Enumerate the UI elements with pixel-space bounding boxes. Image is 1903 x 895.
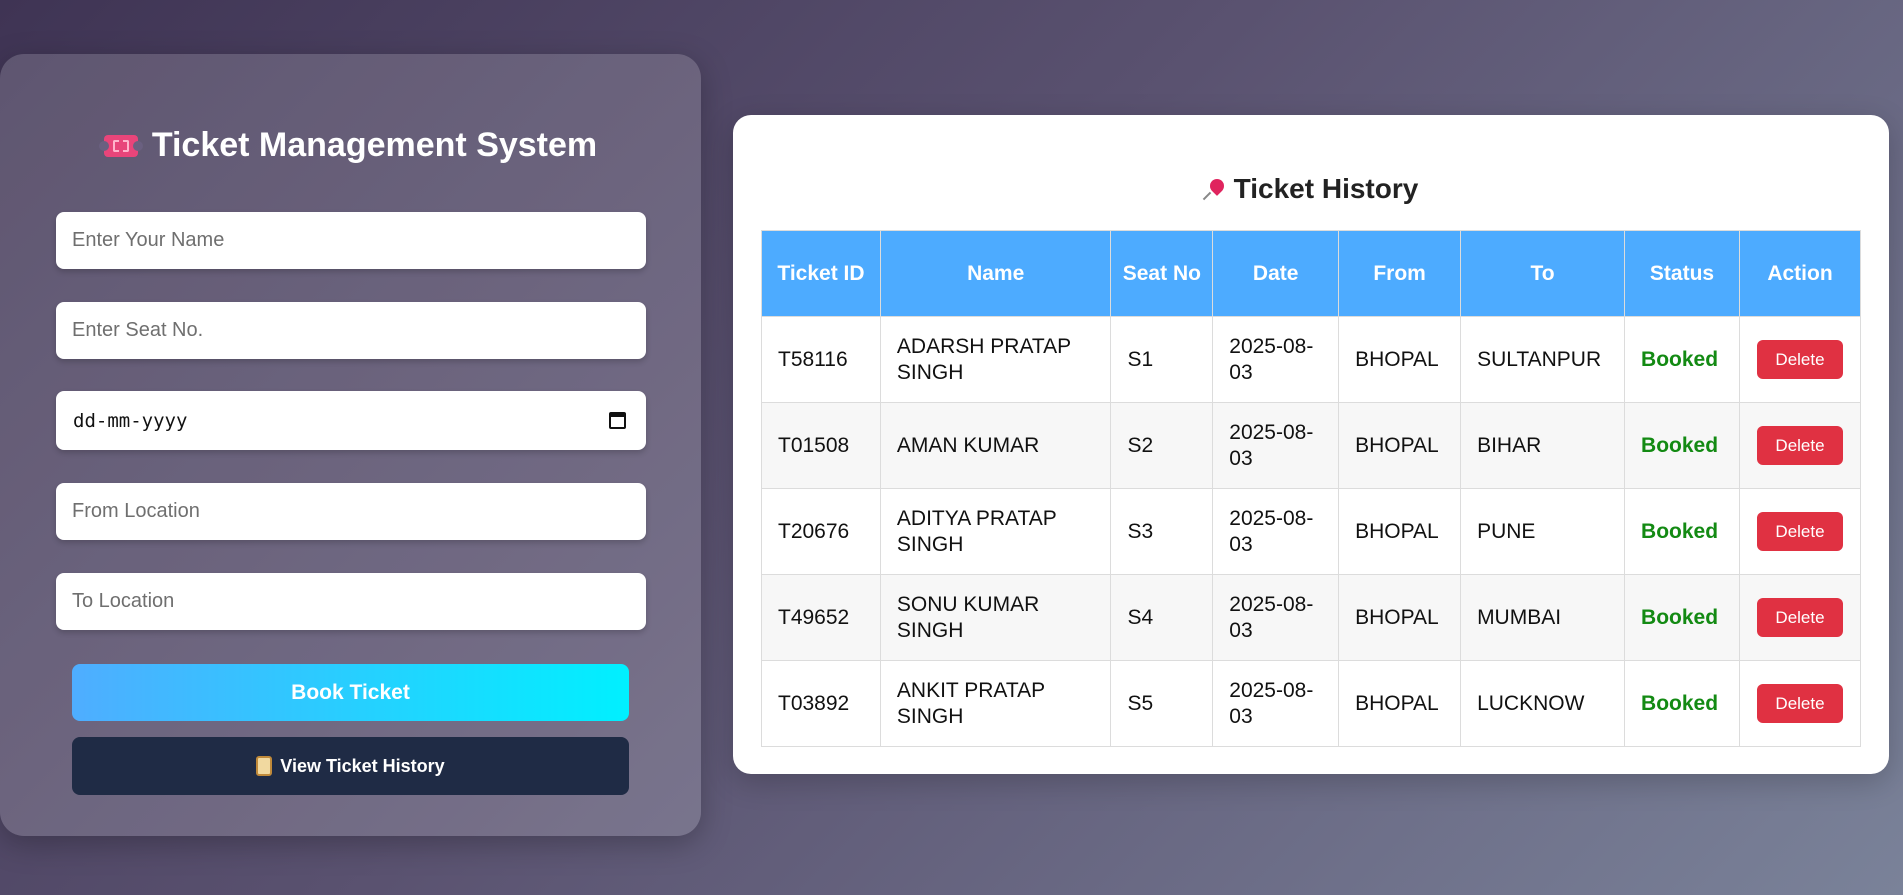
table-row: T58116 ADARSH PRATAP SINGH S1 2025-08-03… xyxy=(761,316,1861,403)
to-location-input[interactable] xyxy=(56,573,646,630)
seat-cell: S4 xyxy=(1110,574,1214,661)
table-header-row: Ticket ID Name Seat No Date From To Stat… xyxy=(761,230,1861,317)
ticket-id-cell: T20676 xyxy=(761,488,881,575)
to-cell: SULTANPUR xyxy=(1460,316,1626,403)
from-cell: BHOPAL xyxy=(1338,488,1462,575)
name-cell: ANKIT PRATAP SINGH xyxy=(879,660,1112,747)
from-cell: BHOPAL xyxy=(1338,660,1462,747)
action-cell: Delete xyxy=(1739,660,1861,747)
seat-input[interactable] xyxy=(56,302,646,359)
delete-button[interactable]: Delete xyxy=(1757,598,1843,637)
from-cell: BHOPAL xyxy=(1338,316,1462,403)
ticket-history-table: Ticket ID Name Seat No Date From To Stat… xyxy=(761,230,1861,747)
date-placeholder: dd-mm-yyyy xyxy=(73,409,188,432)
table-row: T20676 ADITYA PRATAP SINGH S3 2025-08-03… xyxy=(761,488,1861,575)
seat-cell: S1 xyxy=(1110,316,1214,403)
to-cell: PUNE xyxy=(1460,488,1626,575)
col-header: Name xyxy=(879,230,1112,317)
status-cell: Booked xyxy=(1624,660,1740,747)
col-header: Date xyxy=(1212,230,1340,317)
ticket-id-cell: T49652 xyxy=(761,574,881,661)
action-cell: Delete xyxy=(1739,316,1861,403)
seat-cell: S3 xyxy=(1110,488,1214,575)
col-header: To xyxy=(1460,230,1626,317)
book-ticket-label: Book Ticket xyxy=(291,680,410,704)
col-header: Seat No xyxy=(1110,230,1214,317)
delete-button[interactable]: Delete xyxy=(1757,426,1843,465)
view-history-label: View Ticket History xyxy=(280,755,445,776)
book-ticket-button[interactable]: Book Ticket xyxy=(72,664,629,721)
ticket-icon xyxy=(98,134,143,157)
status-cell: Booked xyxy=(1624,402,1740,489)
from-cell: BHOPAL xyxy=(1338,574,1462,661)
seat-cell: S2 xyxy=(1110,402,1214,489)
date-cell: 2025-08-03 xyxy=(1212,402,1340,489)
col-header: Status xyxy=(1624,230,1740,317)
form-title-row: Ticket Management System xyxy=(0,126,701,165)
view-history-button[interactable]: View Ticket History xyxy=(72,737,629,795)
calendar-icon[interactable] xyxy=(609,412,626,429)
name-input[interactable] xyxy=(56,212,646,269)
to-cell: BIHAR xyxy=(1460,402,1626,489)
col-header: Action xyxy=(1739,230,1861,317)
delete-button[interactable]: Delete xyxy=(1757,340,1843,379)
name-cell: ADARSH PRATAP SINGH xyxy=(879,316,1112,403)
table-row: T49652 SONU KUMAR SINGH S4 2025-08-03 BH… xyxy=(761,574,1861,661)
name-cell: AMAN KUMAR xyxy=(879,402,1112,489)
history-title: Ticket History xyxy=(1233,173,1419,204)
status-cell: Booked xyxy=(1624,574,1740,661)
pushpin-icon xyxy=(1204,179,1224,199)
date-cell: 2025-08-03 xyxy=(1212,660,1340,747)
action-cell: Delete xyxy=(1739,488,1861,575)
from-location-input[interactable] xyxy=(56,483,646,540)
to-cell: MUMBAI xyxy=(1460,574,1626,661)
delete-button[interactable]: Delete xyxy=(1757,684,1843,723)
col-header: Ticket ID xyxy=(761,230,881,317)
seat-cell: S5 xyxy=(1110,660,1214,747)
from-cell: BHOPAL xyxy=(1338,402,1462,489)
ticket-id-cell: T01508 xyxy=(761,402,881,489)
date-cell: 2025-08-03 xyxy=(1212,488,1340,575)
action-cell: Delete xyxy=(1739,574,1861,661)
ticket-id-cell: T58116 xyxy=(761,316,881,403)
name-cell: SONU KUMAR SINGH xyxy=(879,574,1112,661)
table-row: T01508 AMAN KUMAR S2 2025-08-03 BHOPAL B… xyxy=(761,402,1861,489)
table-row: T03892 ANKIT PRATAP SINGH S5 2025-08-03 … xyxy=(761,660,1861,747)
col-header: From xyxy=(1338,230,1462,317)
status-cell: Booked xyxy=(1624,316,1740,403)
action-cell: Delete xyxy=(1739,402,1861,489)
form-title: Ticket Management System xyxy=(151,126,598,164)
date-cell: 2025-08-03 xyxy=(1212,574,1340,661)
date-cell: 2025-08-03 xyxy=(1212,316,1340,403)
history-title-row: Ticket History xyxy=(733,173,1889,205)
ticket-history-panel: Ticket History Ticket ID Name Seat No Da… xyxy=(733,115,1889,774)
name-cell: ADITYA PRATAP SINGH xyxy=(879,488,1112,575)
delete-button[interactable]: Delete xyxy=(1757,512,1843,551)
scroll-icon xyxy=(256,756,273,776)
to-cell: LUCKNOW xyxy=(1460,660,1626,747)
status-cell: Booked xyxy=(1624,488,1740,575)
ticket-id-cell: T03892 xyxy=(761,660,881,747)
date-input[interactable]: dd-mm-yyyy xyxy=(56,391,646,450)
